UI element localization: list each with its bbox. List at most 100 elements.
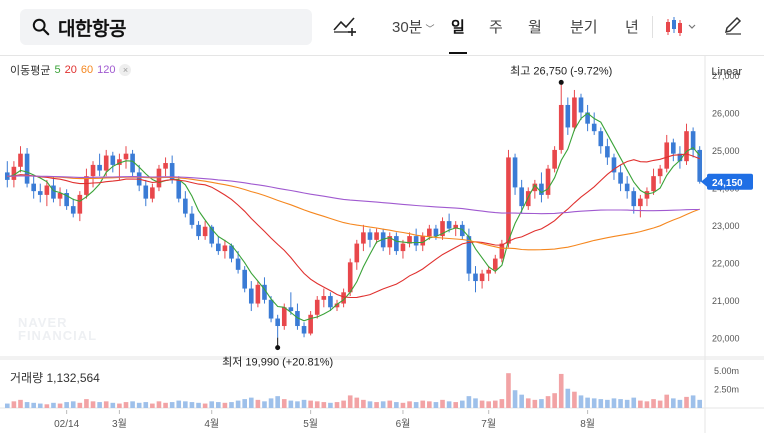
volume-bar: [163, 402, 168, 408]
candle-body: [446, 221, 452, 229]
volume-bar: [44, 404, 50, 408]
candle-body: [328, 296, 333, 308]
volume-bar: [532, 399, 538, 408]
candle-body: [499, 243, 505, 259]
volume-bar: [519, 394, 524, 408]
candle-body: [222, 245, 228, 252]
tab-monthly[interactable]: 월: [528, 16, 542, 37]
candle-body: [163, 163, 168, 169]
volume-tick-label: 2.50m: [714, 384, 739, 394]
volume-bar: [492, 400, 498, 408]
volume-bar: [486, 401, 491, 408]
volume-bar: [4, 403, 10, 408]
candle-body: [545, 168, 551, 195]
candle-body: [631, 191, 637, 207]
candle-body: [644, 191, 650, 199]
tab-yearly[interactable]: 년: [625, 16, 639, 37]
volume-bar: [64, 402, 69, 408]
volume-bar: [196, 402, 201, 408]
volume-bar: [189, 402, 195, 408]
chevron-down-icon: ﹀: [425, 24, 435, 34]
volume-bar: [24, 402, 30, 408]
price-tick-label: 23,000: [712, 221, 740, 231]
candle-body: [281, 307, 287, 327]
volume-bar: [275, 396, 280, 408]
volume-bar: [70, 401, 76, 408]
volume-bar: [525, 398, 531, 408]
candle-body: [103, 155, 109, 171]
volume-bar: [156, 401, 162, 408]
stock-name: 대한항공: [58, 18, 126, 40]
candle-body: [90, 164, 96, 177]
volume-bar: [427, 401, 432, 408]
candle-body: [301, 326, 307, 334]
volume-bar: [552, 393, 557, 408]
stock-search-box[interactable]: 대한항공: [20, 9, 312, 45]
volume-bar: [466, 396, 472, 408]
candle-body: [361, 232, 366, 244]
candle-body: [572, 97, 577, 128]
candle-body: [268, 299, 274, 319]
candle-body: [123, 153, 129, 160]
volume-bar: [413, 402, 419, 408]
compare-chart-icon[interactable]: [332, 14, 358, 38]
tab-quarterly[interactable]: 분기: [570, 16, 598, 37]
volume-bar: [539, 399, 544, 408]
candle-body: [70, 206, 76, 214]
candle-body: [671, 142, 676, 154]
volume-bar: [684, 396, 689, 408]
volume-bar: [420, 400, 426, 408]
tab-weekly[interactable]: 주: [489, 16, 503, 37]
price-tick-label: 22,000: [712, 258, 740, 268]
volume-bar: [459, 400, 465, 408]
pencil-draw-icon[interactable]: [722, 14, 744, 36]
volume-bar: [387, 400, 393, 408]
volume-bar: [697, 399, 703, 408]
volume-bar: [367, 401, 373, 408]
candle-body: [638, 198, 643, 207]
volume-bar: [446, 401, 452, 408]
candle-body: [591, 123, 597, 132]
candle-body: [624, 183, 630, 192]
volume-bar: [117, 403, 122, 408]
price-tick-label: 27,000: [712, 71, 740, 81]
candle-body: [18, 153, 23, 167]
candle-body: [433, 228, 439, 237]
candle-body: [97, 164, 102, 171]
current-price-badge: 24,150: [701, 173, 753, 190]
candle-body: [248, 288, 254, 304]
price-tick-label: 25,000: [712, 146, 740, 156]
volume-bar: [143, 402, 149, 408]
price-tick-label: 26,000: [712, 108, 740, 118]
volume-bar: [248, 397, 254, 408]
volume-bar: [644, 401, 650, 408]
volume-bar: [301, 399, 307, 408]
candle-body: [275, 318, 280, 327]
interval-select[interactable]: 30분 ﹀: [392, 16, 435, 37]
volume-label: 거래량 1,132,564: [10, 371, 100, 385]
x-axis-label: 4월: [204, 418, 219, 430]
candlestick-type-icon[interactable]: [664, 15, 700, 39]
volume-bar: [671, 398, 676, 408]
volume-bar: [499, 399, 505, 408]
volume-bar: [37, 403, 43, 408]
candle-body: [664, 142, 670, 169]
candle-body: [413, 236, 419, 246]
volume-bar: [558, 373, 564, 408]
candle-body: [143, 185, 149, 199]
candle-body: [578, 97, 584, 113]
candle-body: [400, 243, 406, 252]
volume-bar: [288, 400, 294, 408]
candle-body: [479, 273, 485, 282]
candle-body: [347, 262, 353, 293]
volume-bar: [433, 402, 439, 408]
candle-body: [314, 299, 320, 315]
candle-body: [202, 226, 208, 237]
price-chart[interactable]: 5.00m2.50m 27,00026,00025,00024,00023,00…: [0, 56, 764, 433]
current-price-value: 24,150: [712, 178, 743, 189]
tab-daily[interactable]: 일: [449, 16, 467, 54]
volume-bar: [334, 402, 340, 408]
volume-bar: [611, 398, 617, 408]
volume-bar: [176, 400, 182, 408]
volume-bar: [354, 397, 360, 408]
